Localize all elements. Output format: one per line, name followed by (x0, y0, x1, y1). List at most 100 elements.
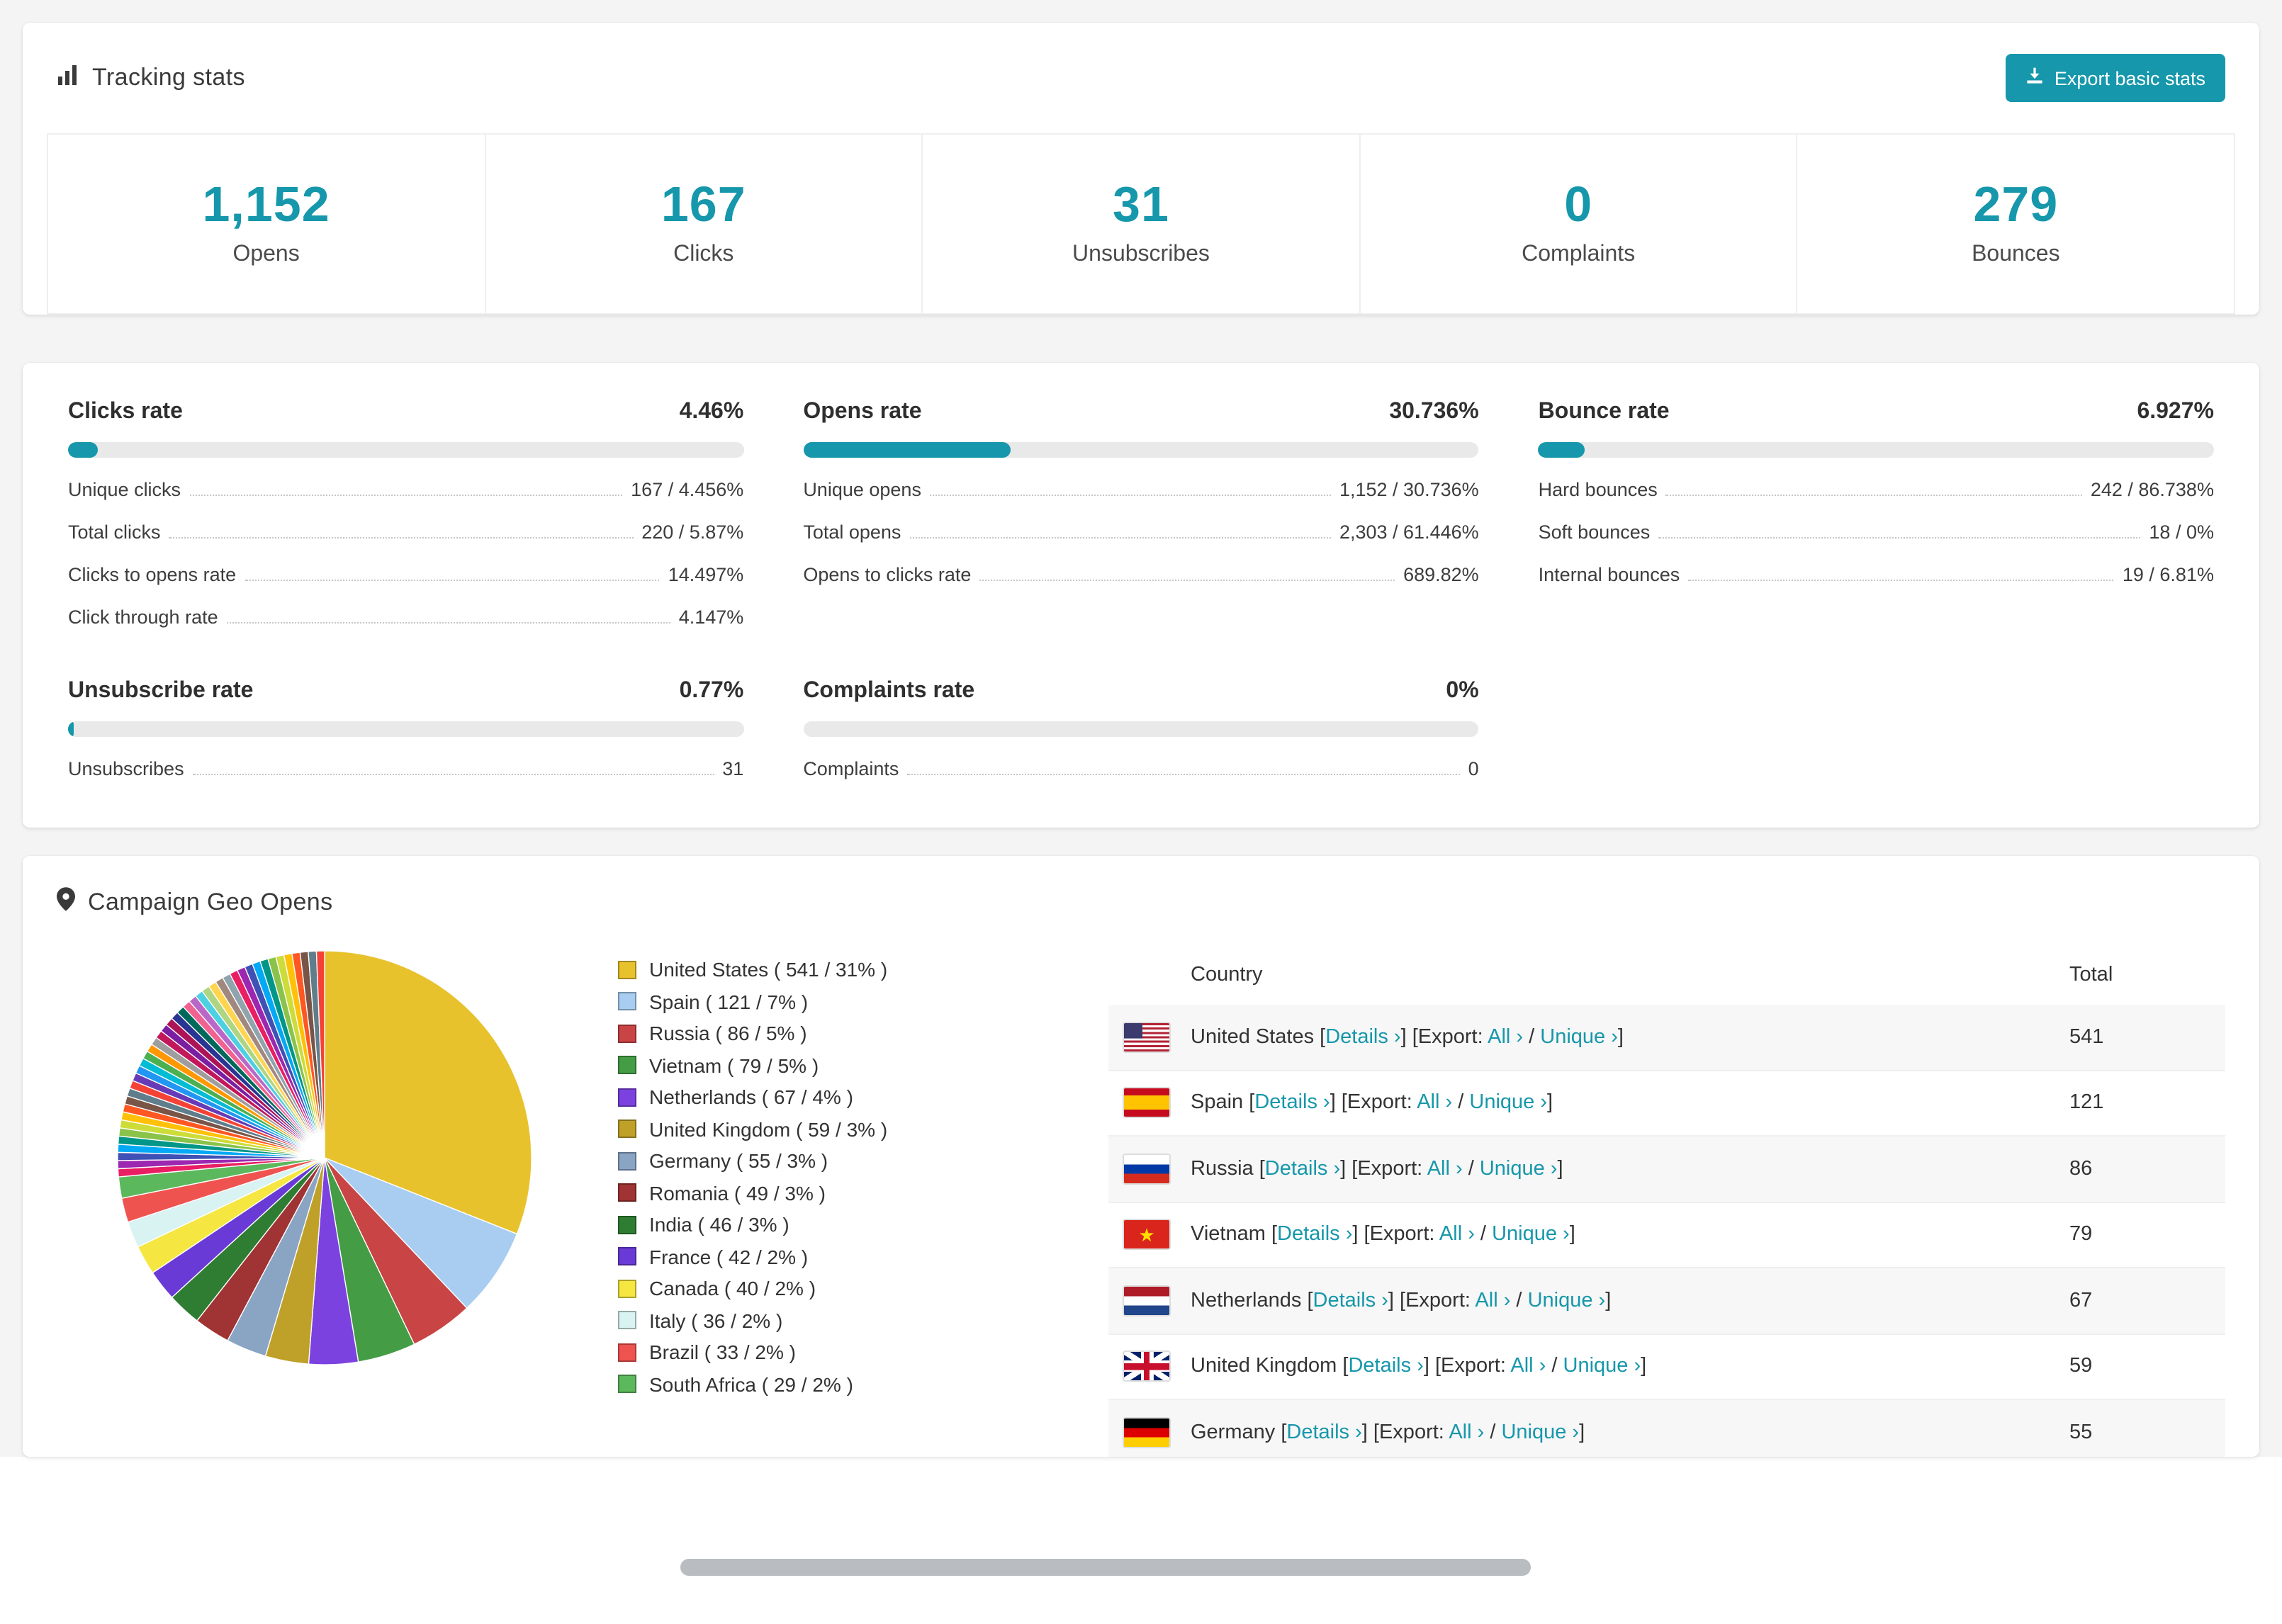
export-unique-link[interactable]: Unique › (1469, 1092, 1547, 1115)
legend-swatch (618, 1056, 636, 1074)
details-link[interactable]: Details › (1348, 1355, 1423, 1378)
geo-table-header: Country Total (1108, 947, 2225, 1005)
details-link[interactable]: Details › (1313, 1290, 1388, 1312)
legend-swatch (618, 1247, 636, 1265)
details-link[interactable]: Details › (1265, 1158, 1340, 1180)
rate-value: 6.927% (2137, 400, 2214, 424)
legend-item-france[interactable]: France ( 42 / 2% ) (618, 1245, 1043, 1268)
progress-bar-fill (803, 442, 1011, 458)
page-title: Tracking stats (92, 64, 245, 91)
export-all-link[interactable]: All › (1510, 1355, 1546, 1378)
details-link[interactable]: Details › (1325, 1026, 1400, 1049)
export-all-link[interactable]: All › (1427, 1158, 1463, 1180)
export-all-link[interactable]: All › (1449, 1421, 1484, 1444)
dotted-leader (907, 774, 1460, 775)
legend-item-south-africa[interactable]: South Africa ( 29 / 2% ) (618, 1372, 1043, 1395)
legend-item-italy[interactable]: Italy ( 36 / 2% ) (618, 1309, 1043, 1331)
geo-table-row-vietnam: Vietnam [Details ›] [Export: All › / Uni… (1108, 1202, 2225, 1268)
legend-item-brazil[interactable]: Brazil ( 33 / 2% ) (618, 1341, 1043, 1363)
legend-label: Russia ( 86 / 5% ) (649, 1022, 807, 1044)
legend-item-india[interactable]: India ( 46 / 3% ) (618, 1213, 1043, 1236)
rates-card: Clicks rate 4.46% Unique clicks 167 / 4.456… (23, 363, 2259, 828)
country-total: 121 (2069, 1091, 2104, 1115)
stat-opens: 1,152 Opens (47, 133, 486, 315)
country-column-header: Country (1191, 964, 1263, 986)
stat-clicks: 167 Clicks (484, 133, 923, 315)
tracking-stats-card: Tracking stats Export basic stats 1,152 O… (23, 23, 2259, 315)
export-unique-link[interactable]: Unique › (1501, 1421, 1579, 1444)
rate-stat-row: Unique clicks 167 / 4.456% (68, 479, 743, 500)
export-unique-link[interactable]: Unique › (1480, 1158, 1558, 1180)
stat-value: 167 (661, 177, 746, 232)
stat-value: 1,152 (202, 177, 330, 232)
rate-stat-value: 167 / 4.456% (631, 479, 744, 500)
stats-row: 1,152 Opens 167 Clicks 31 Unsubscribes 0 Compla… (47, 133, 2235, 315)
geo-table-row-united-kingdom: United Kingdom [Details ›] [Export: All … (1108, 1334, 2225, 1400)
rate-value: 4.46% (679, 400, 744, 424)
legend-item-germany[interactable]: Germany ( 55 / 3% ) (618, 1149, 1043, 1172)
stat-value: 279 (1973, 177, 2059, 232)
legend-label: Spain ( 121 / 7% ) (649, 990, 809, 1013)
map-pin-icon (57, 887, 75, 918)
legend-swatch (618, 1279, 636, 1297)
details-link[interactable]: Details › (1254, 1092, 1330, 1115)
legend-item-united-states[interactable]: United States ( 541 / 31% ) (618, 958, 1043, 981)
country-name: United Kingdom (1191, 1355, 1343, 1378)
rate-stat-label: Total opens (803, 521, 901, 543)
export-basic-stats-button[interactable]: Export basic stats (2006, 54, 2225, 102)
legend-swatch (618, 1120, 636, 1138)
geo-pie-chart[interactable] (113, 947, 536, 1369)
country-name: Vietnam (1191, 1223, 1271, 1246)
country-total: 59 (2069, 1355, 2093, 1378)
rate-stat-label: Total clicks (68, 521, 161, 543)
rate-stat-label: Soft bounces (1538, 521, 1651, 543)
rate-stat-row: Unsubscribes 31 (68, 758, 743, 779)
dotted-leader (929, 495, 1331, 496)
page-background: Tracking stats Export basic stats 1,152 O… (0, 0, 2282, 1457)
progress-bar-fill (68, 721, 74, 737)
vn-flag-icon (1123, 1219, 1171, 1251)
export-unique-link[interactable]: Unique › (1528, 1290, 1606, 1312)
export-all-link[interactable]: All › (1488, 1026, 1523, 1049)
export-unique-link[interactable]: Unique › (1563, 1355, 1641, 1378)
rate-stat-row: Internal bounces 19 / 6.81% (1539, 564, 2214, 585)
dotted-leader (909, 537, 1331, 538)
campaign-geo-opens-card: Campaign Geo Opens United States ( 541 /… (23, 856, 2259, 1457)
country-total: 55 (2069, 1421, 2093, 1444)
country-total: 79 (2069, 1223, 2093, 1246)
rate-stat-value: 2,303 / 61.446% (1339, 521, 1479, 543)
legend-item-united-kingdom[interactable]: United Kingdom ( 59 / 3% ) (618, 1117, 1043, 1140)
rate-stat-row: Hard bounces 242 / 86.738% (1539, 479, 2214, 500)
legend-item-canada[interactable]: Canada ( 40 / 2% ) (618, 1277, 1043, 1299)
stat-label: Clicks (673, 242, 734, 266)
legend-item-netherlands[interactable]: Netherlands ( 67 / 4% ) (618, 1086, 1043, 1108)
export-all-link[interactable]: All › (1417, 1092, 1452, 1115)
legend-label: South Africa ( 29 / 2% ) (649, 1372, 853, 1395)
export-all-link[interactable]: All › (1439, 1224, 1475, 1246)
details-link[interactable]: Details › (1286, 1421, 1361, 1444)
rate-stat-value: 689.82% (1403, 564, 1479, 585)
tracking-stats-title-wrap: Tracking stats (57, 63, 245, 93)
export-unique-link[interactable]: Unique › (1492, 1224, 1570, 1246)
legend-label: Netherlands ( 67 / 4% ) (649, 1086, 853, 1108)
legend-item-russia[interactable]: Russia ( 86 / 5% ) (618, 1022, 1043, 1044)
country-name: Netherlands (1191, 1289, 1308, 1312)
export-all-link[interactable]: All › (1475, 1290, 1510, 1312)
legend-label: Germany ( 55 / 3% ) (649, 1149, 828, 1172)
rate-stat-value: 4.147% (678, 607, 744, 628)
legend-item-spain[interactable]: Spain ( 121 / 7% ) (618, 990, 1043, 1013)
legend-swatch (618, 1375, 636, 1393)
horizontal-scrollbar-thumb[interactable] (680, 1559, 1531, 1576)
legend-swatch (618, 1183, 636, 1202)
rate-stat-row: Soft bounces 18 / 0% (1539, 521, 2214, 543)
rate-stat-row: Unique opens 1,152 / 30.736% (803, 479, 1478, 500)
legend-item-vietnam[interactable]: Vietnam ( 79 / 5% ) (618, 1054, 1043, 1076)
export-unique-link[interactable]: Unique › (1540, 1026, 1618, 1049)
details-link[interactable]: Details › (1277, 1224, 1352, 1246)
export-download-icon (2026, 67, 2045, 89)
legend-item-romania[interactable]: Romania ( 49 / 3% ) (618, 1181, 1043, 1204)
geo-legend: United States ( 541 / 31% ) Spain ( 121 /… (618, 958, 1043, 1457)
geo-table-body: United States [Details ›] [Export: All ›… (1108, 1005, 2225, 1457)
es-flag-icon (1123, 1087, 1171, 1119)
dotted-leader (979, 580, 1395, 581)
